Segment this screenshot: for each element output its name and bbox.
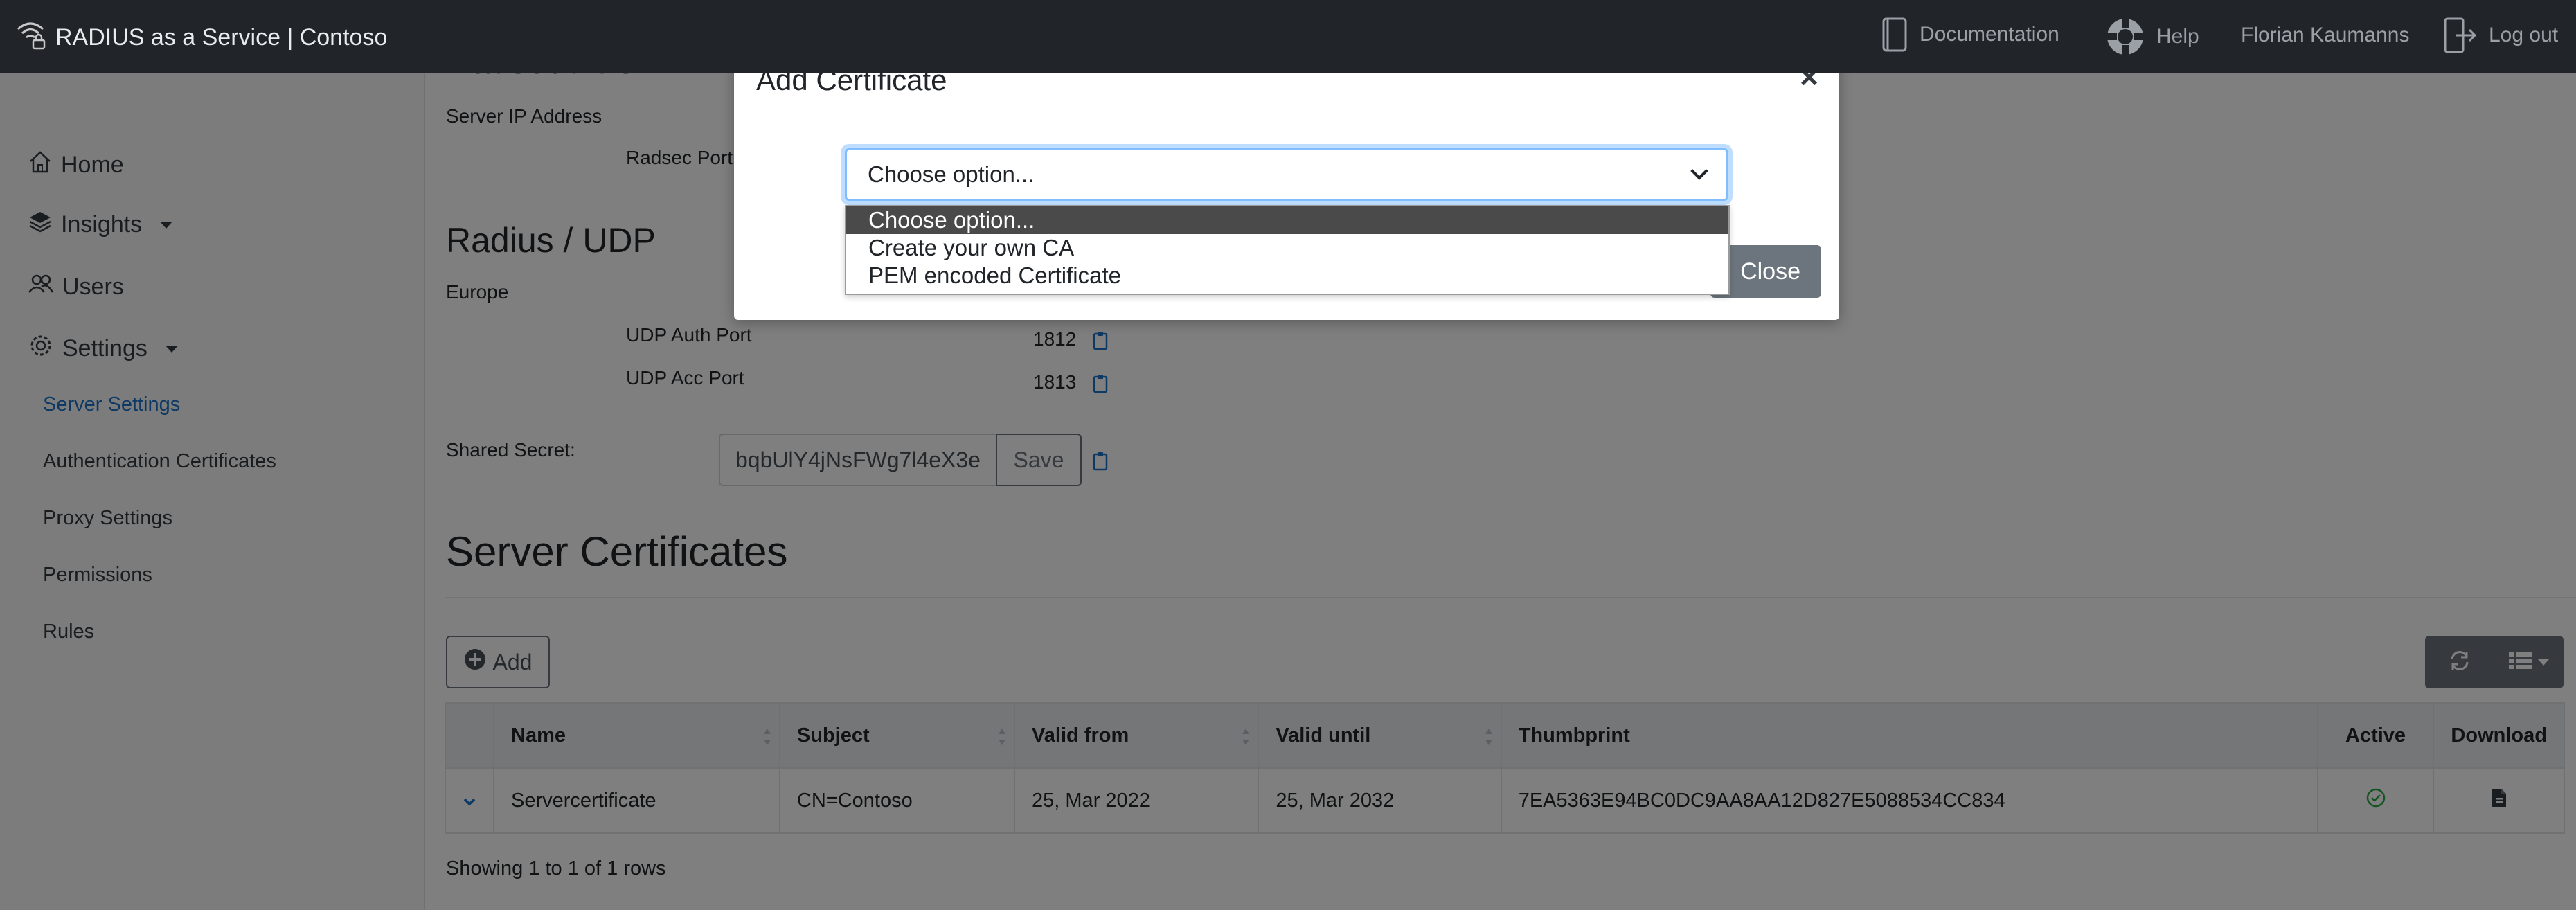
dropdown-option[interactable]: Create your own CA <box>846 234 1728 262</box>
help-link[interactable]: Help <box>2156 25 2199 48</box>
select-dropdown-list: Choose option... Create your own CA PEM … <box>845 205 1730 295</box>
app-title: RADIUS as a Service | Contoso <box>55 24 388 51</box>
chevron-down-icon <box>1690 162 1708 180</box>
logout-link[interactable]: Log out <box>2489 24 2558 47</box>
brand[interactable]: RADIUS as a Service | Contoso <box>15 18 387 57</box>
certificate-type-select[interactable]: Choose option... <box>845 148 1728 201</box>
select-value: Choose option... <box>868 161 1035 187</box>
nav-help[interactable]: Help <box>2105 17 2199 57</box>
lifebuoy-icon <box>2105 17 2145 57</box>
dropdown-option[interactable]: Choose option... <box>846 206 1728 234</box>
documentation-link[interactable]: Documentation <box>1920 23 2059 46</box>
wifi-lock-icon <box>15 18 48 57</box>
logout-icon <box>2443 17 2478 54</box>
dropdown-option[interactable]: PEM encoded Certificate <box>846 262 1728 289</box>
nav-user[interactable]: Florian Kaumanns <box>2241 24 2409 47</box>
nav-logout[interactable]: Log out <box>2443 17 2558 54</box>
nav-documentation[interactable]: Documentation <box>1881 17 2059 53</box>
user-name[interactable]: Florian Kaumanns <box>2241 24 2409 47</box>
book-icon <box>1881 17 1908 53</box>
top-navbar: RADIUS as a Service | Contoso Documentat… <box>0 0 2576 73</box>
